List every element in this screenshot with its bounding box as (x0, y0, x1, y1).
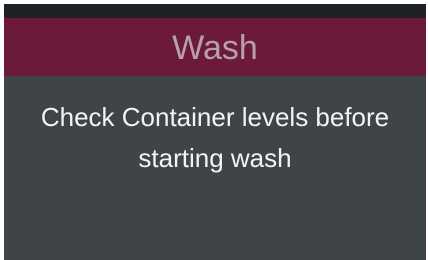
message-line-1: Check Container levels before (40, 102, 390, 132)
wash-dialog-screen: Wash Check Container levels before start… (0, 0, 428, 260)
message-line-2: starting wash (138, 143, 292, 173)
title-bar: Wash (4, 18, 426, 76)
message-panel: Check Container levels before starting w… (4, 76, 426, 260)
dialog-message: Check Container levels before starting w… (4, 97, 426, 179)
dialog-title: Wash (172, 29, 258, 67)
top-status-strip (4, 4, 426, 18)
